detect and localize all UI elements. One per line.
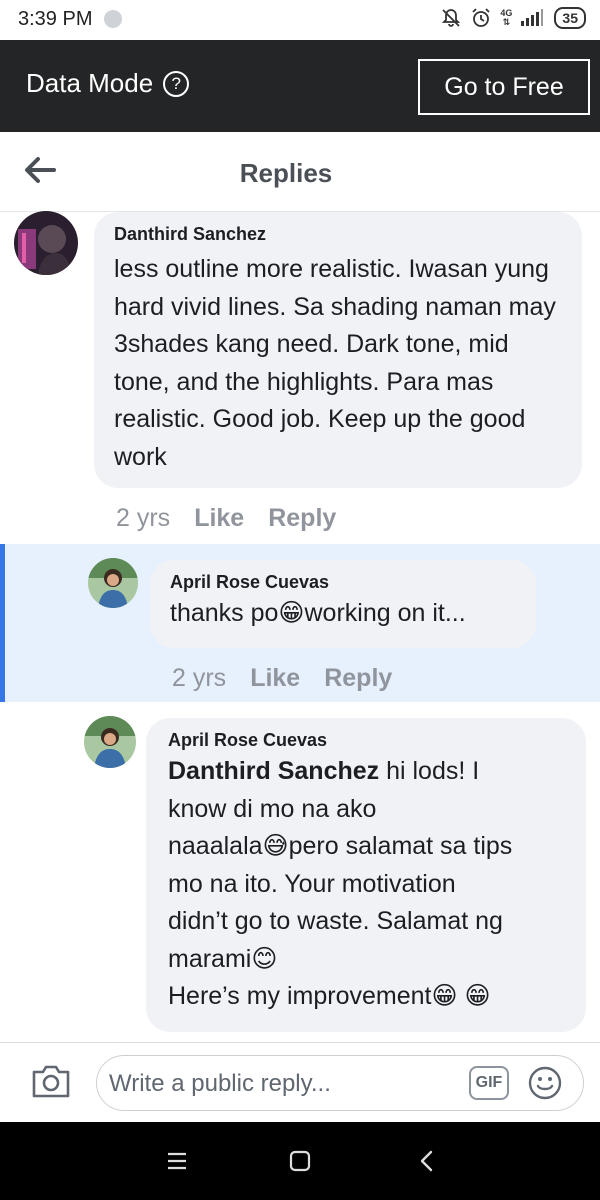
status-bar: 3:39 PM 4G ⇅ 35 [0,0,600,40]
grin-emoji-icon: 😁 [431,982,458,1010]
camera-icon[interactable] [30,1063,72,1099]
comment-author[interactable]: April Rose Cuevas [168,730,570,751]
data-mode-title[interactable]: Data Mode ? [26,68,190,99]
comment-text: Danthird Sanchez hi lods! I know di mo n… [168,757,513,1010]
home-square-icon[interactable] [285,1146,315,1176]
bell-off-icon [442,9,461,27]
page-title: Replies [239,158,333,188]
comment-actions: 2 yrs Like Reply [116,504,336,533]
menu-icon[interactable] [162,1146,192,1176]
help-icon[interactable]: ? [163,70,190,97]
comment-bubble: Danthird Sanchez less outline more reali… [94,212,582,488]
reply-input-placeholder: Write a public reply... [109,1070,331,1097]
notification-dot-icon [104,10,122,28]
avatar[interactable] [14,211,78,275]
alarm-icon [472,8,491,27]
emoji-smile-icon[interactable] [527,1065,563,1101]
status-icons: 4G ⇅ 35 [440,7,586,29]
system-nav-bar [0,1122,600,1200]
comment-timestamp: 2 yrs [116,504,171,532]
mention-link[interactable]: Danthird Sanchez [168,757,379,785]
data-mode-label: Data Mode [26,68,154,98]
like-button[interactable]: Like [194,504,244,533]
reply-input[interactable]: Write a public reply... GIF [96,1055,584,1111]
comment-bubble: April Rose Cuevas Danthird Sanchez hi lo… [146,718,586,1032]
battery-indicator: 35 [554,7,586,29]
replies-header: Replies [0,132,600,212]
comment-actions: 2 yrs Like Reply [172,664,392,693]
comment-text: thanks po😁working on it... [170,599,466,627]
back-chevron-icon[interactable] [412,1146,442,1176]
like-button[interactable]: Like [250,664,300,693]
avatar[interactable] [88,558,138,608]
go-to-free-button[interactable]: Go to Free [418,59,590,115]
network-indicator: 4G ⇅ [500,8,513,27]
comment-author[interactable]: April Rose Cuevas [170,572,520,593]
reply-button[interactable]: Reply [268,504,336,533]
avatar[interactable] [84,716,136,768]
smile-emoji-icon: 😊 [251,944,278,973]
comment-bubble: April Rose Cuevas thanks po😁working on i… [150,560,536,648]
data-mode-bar: Data Mode ? Go to Free [0,40,600,132]
signal-icon [521,9,544,26]
comment-text: less outline more realistic. Iwasan yung… [114,255,556,471]
comment-timestamp: 2 yrs [172,664,227,692]
status-time: 3:39 PM [18,8,93,30]
sweat-smile-emoji-icon: 😅 [262,832,289,860]
reply-button[interactable]: Reply [324,664,392,693]
grin-emoji-icon: 😁 [278,599,305,627]
comment-author[interactable]: Danthird Sanchez [114,224,566,245]
gif-button[interactable]: GIF [469,1066,509,1100]
reply-composer: Write a public reply... GIF [0,1042,600,1122]
grin-emoji-icon: 😁 [464,982,491,1010]
